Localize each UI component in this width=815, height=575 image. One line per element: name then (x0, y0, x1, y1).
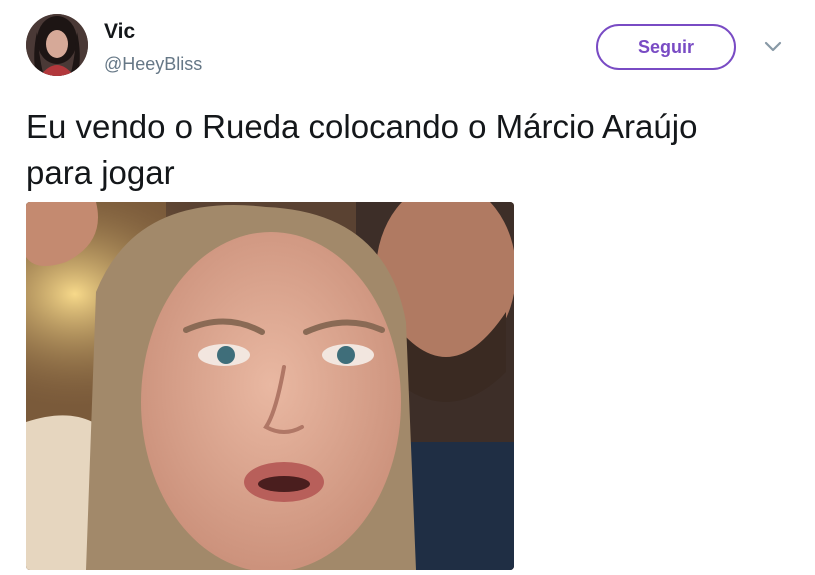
follow-button[interactable]: Seguir (596, 24, 736, 70)
tweet-card: Vic @HeeyBliss Seguir Eu vendo o Rueda c… (0, 0, 815, 575)
tweet-media-image[interactable] (26, 202, 514, 570)
avatar-photo-icon (26, 14, 88, 76)
avatar[interactable] (26, 14, 88, 76)
user-handle[interactable]: @HeeyBliss (104, 53, 202, 75)
tweet-text: Eu vendo o Rueda colocando o Márcio Araú… (26, 108, 698, 191)
photo-crying-woman-icon (26, 202, 514, 570)
chevron-down-icon[interactable] (763, 40, 783, 54)
display-name[interactable]: Vic (104, 20, 135, 44)
